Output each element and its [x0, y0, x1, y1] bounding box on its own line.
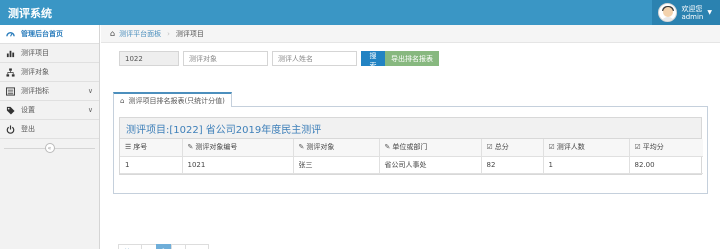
sitemap-icon: [6, 67, 15, 77]
sidebar: 管理后台首页 测评项目 测评对象 测评指标 ∨ 设置 ∨ 登出 «: [0, 25, 100, 249]
tab-ranking-report[interactable]: ⌂ 测评项目排名报表(只统计分值): [113, 92, 232, 107]
check-icon: ☑: [548, 143, 555, 152]
app-title: 测评系统: [8, 6, 52, 20]
sidebar-item-label: 管理后台首页: [21, 30, 63, 38]
sidebar-item-label: 设置: [21, 106, 35, 114]
cell-object: 张三: [293, 156, 380, 174]
breadcrumb: ⌂ 测评平台面板 › 测评项目: [101, 25, 720, 43]
sidebar-item-label: 测评对象: [21, 68, 49, 76]
page-current-button[interactable]: 1: [155, 244, 172, 249]
edit-icon: ✎: [298, 143, 305, 152]
table-row[interactable]: 1 1021 张三 省公司人事处 82 1 82.00: [120, 156, 703, 174]
edit-icon: ✎: [384, 143, 391, 152]
col-header-total: ☑ 总分: [481, 139, 544, 157]
caret-down-icon: ▼: [707, 9, 712, 16]
page-last-button[interactable]: 尾页: [185, 244, 210, 249]
bar-chart-icon: [6, 49, 15, 58]
power-icon: [6, 124, 15, 134]
cell-object-id: 1021: [182, 156, 294, 174]
check-icon: ☑: [486, 143, 493, 152]
report-table-box: 测评项目:[1022] 省公司2019年度民主测评 ☰ 序号 ✎ 测评对象编号 ✎ 测…: [119, 117, 703, 175]
sidebar-item-label: 测评指标: [21, 87, 49, 95]
col-header-index: ☰ 序号: [120, 139, 183, 157]
breadcrumb-current: 测评项目: [175, 29, 204, 38]
col-header-object: ✎ 测评对象: [293, 139, 380, 157]
rater-name-input[interactable]: [272, 51, 357, 66]
app-window: 测评系统 欢迎您 admin ▼ 管理后台首页 测评项目 测评对象 测评指标 ∨: [0, 0, 720, 249]
list-icon: ☰: [125, 143, 132, 152]
edit-icon: ✎: [187, 143, 194, 152]
chevron-down-icon: ∨: [87, 87, 93, 95]
chevron-down-icon: ∨: [87, 106, 93, 114]
sidebar-item-objects[interactable]: 测评对象: [0, 63, 99, 82]
page-prev-button[interactable]: «: [141, 244, 157, 249]
col-header-object-id: ✎ 测评对象编号: [182, 139, 294, 157]
avatar: [658, 3, 678, 22]
search-button[interactable]: 搜索: [361, 51, 385, 70]
page-next-button[interactable]: »: [170, 244, 187, 249]
breadcrumb-separator-icon: ›: [167, 29, 170, 38]
collapse-icon[interactable]: «: [44, 143, 55, 153]
dashboard-icon: [6, 30, 15, 39]
filter-bar: 搜索 导出排名报表: [119, 51, 439, 70]
col-header-department: ✎ 单位或部门: [379, 139, 482, 157]
tab-panel: 测评项目:[1022] 省公司2019年度民主测评 ☰ 序号 ✎ 测评对象编号 ✎ 测…: [113, 106, 708, 194]
page-first-button[interactable]: 首页: [118, 244, 143, 249]
tab-container: ⌂ 测评项目排名报表(只统计分值) 测评项目:[1022] 省公司2019年度民…: [113, 91, 708, 194]
cell-index: 1: [120, 156, 183, 174]
table-title: 测评项目:[1022] 省公司2019年度民主测评: [120, 118, 701, 139]
cell-department: 省公司人事处: [379, 156, 482, 174]
project-id-field[interactable]: [119, 51, 179, 66]
cell-total: 82: [481, 156, 544, 174]
sidebar-collapse: «: [0, 139, 99, 157]
sidebar-item-settings[interactable]: 设置 ∨: [0, 101, 99, 120]
home-icon[interactable]: ⌂: [110, 29, 115, 38]
object-search-input[interactable]: [183, 51, 268, 66]
sidebar-item-dashboard[interactable]: 管理后台首页: [0, 25, 99, 44]
col-header-average: ☑ 平均分: [629, 139, 703, 157]
cell-average: 82.00: [629, 156, 703, 174]
sidebar-item-label: 登出: [21, 125, 35, 133]
tag-icon: [6, 106, 15, 115]
tab-label: 测评项目排名报表(只统计分值): [128, 96, 225, 105]
sidebar-item-label: 测评项目: [21, 49, 49, 57]
user-greeting: 欢迎您: [681, 4, 703, 13]
main-content: ⌂ 测评平台面板 › 测评项目 搜索 导出排名报表 ⌂ 测评项目排名报表(只统计…: [101, 25, 720, 249]
col-header-rater-count: ☑ 测评人数: [543, 139, 630, 157]
user-menu[interactable]: 欢迎您 admin ▼: [652, 0, 720, 25]
check-icon: ☑: [634, 143, 641, 152]
user-name: admin: [681, 12, 704, 21]
table-header-row: ☰ 序号 ✎ 测评对象编号 ✎ 测评对象 ✎ 单位或部门 ☑ 总分 ☑ 测评人数 ☑ 平均分: [120, 139, 703, 157]
list-alt-icon: [6, 86, 15, 96]
breadcrumb-home-link[interactable]: 测评平台面板: [119, 29, 161, 39]
sidebar-item-projects[interactable]: 测评项目: [0, 44, 99, 63]
ranking-table: ☰ 序号 ✎ 测评对象编号 ✎ 测评对象 ✎ 单位或部门 ☑ 总分 ☑ 测评人数 ☑ 平均分: [120, 139, 703, 174]
sidebar-item-logout[interactable]: 登出: [0, 120, 99, 139]
home-icon: ⌂: [120, 96, 125, 105]
top-bar: 测评系统 欢迎您 admin ▼: [0, 0, 720, 25]
pagination: 首页 « 1 » 尾页: [118, 244, 210, 249]
export-report-button[interactable]: 导出排名报表: [385, 51, 439, 66]
sidebar-item-indicators[interactable]: 测评指标 ∨: [0, 82, 99, 101]
cell-rater-count: 1: [543, 156, 630, 174]
